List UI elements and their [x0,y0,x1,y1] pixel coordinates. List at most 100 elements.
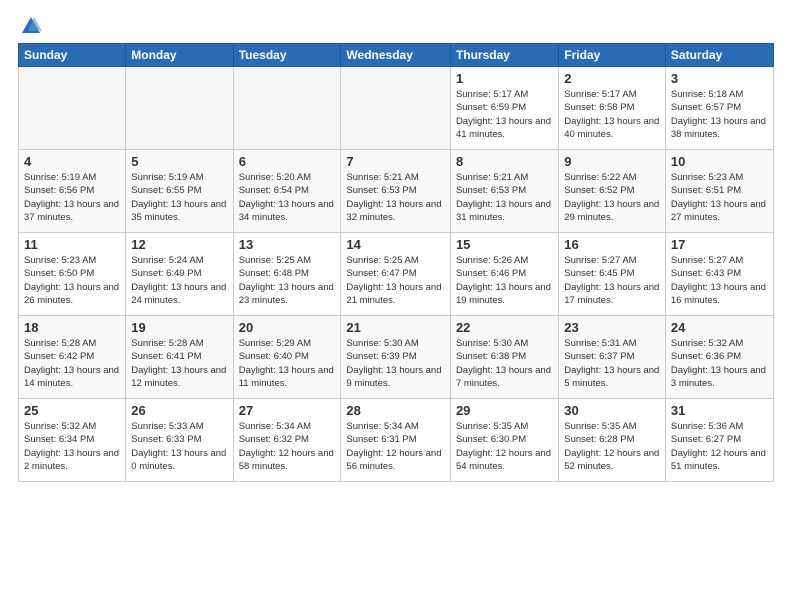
day-info: Sunrise: 5:29 AM Sunset: 6:40 PM Dayligh… [239,337,336,390]
weekday-header: Sunday [19,44,126,67]
day-number: 7 [346,154,445,169]
calendar-day-cell: 6 Sunrise: 5:20 AM Sunset: 6:54 PM Daylig… [233,150,341,233]
day-number: 18 [24,320,120,335]
calendar-day-cell: 26 Sunrise: 5:33 AM Sunset: 6:33 PM Dayli… [126,399,233,482]
day-info: Sunrise: 5:33 AM Sunset: 6:33 PM Dayligh… [131,420,227,473]
day-number: 20 [239,320,336,335]
day-info: Sunrise: 5:28 AM Sunset: 6:41 PM Dayligh… [131,337,227,390]
calendar-day-cell [233,67,341,150]
day-info: Sunrise: 5:23 AM Sunset: 6:51 PM Dayligh… [671,171,768,224]
day-number: 22 [456,320,553,335]
calendar-day-cell: 3Sunrise: 5:18 AM Sunset: 6:57 PM Daylig… [665,67,773,150]
day-number: 15 [456,237,553,252]
calendar-day-cell: 4 Sunrise: 5:19 AM Sunset: 6:56 PM Daylig… [19,150,126,233]
logo [18,15,42,33]
calendar-day-cell: 23Sunrise: 5:31 AM Sunset: 6:37 PM Dayli… [559,316,666,399]
day-number: 17 [671,237,768,252]
day-info: Sunrise: 5:17 AM Sunset: 6:58 PM Dayligh… [564,88,660,141]
day-info: Sunrise: 5:31 AM Sunset: 6:37 PM Dayligh… [564,337,660,390]
weekday-header: Saturday [665,44,773,67]
calendar-day-cell: 29 Sunrise: 5:35 AM Sunset: 6:30 PM Dayli… [450,399,558,482]
day-info: Sunrise: 5:30 AM Sunset: 6:39 PM Dayligh… [346,337,445,390]
calendar-day-cell: 30 Sunrise: 5:35 AM Sunset: 6:28 PM Dayli… [559,399,666,482]
day-number: 28 [346,403,445,418]
header [18,15,774,33]
day-number: 2 [564,71,660,86]
calendar-day-cell: 21 Sunrise: 5:30 AM Sunset: 6:39 PM Dayli… [341,316,451,399]
day-number: 12 [131,237,227,252]
calendar-day-cell: 12 Sunrise: 5:24 AM Sunset: 6:49 PM Dayli… [126,233,233,316]
day-number: 3 [671,71,768,86]
day-info: Sunrise: 5:20 AM Sunset: 6:54 PM Dayligh… [239,171,336,224]
day-info: Sunrise: 5:36 AM Sunset: 6:27 PM Dayligh… [671,420,768,473]
day-number: 19 [131,320,227,335]
calendar-day-cell: 31Sunrise: 5:36 AM Sunset: 6:27 PM Dayli… [665,399,773,482]
day-number: 27 [239,403,336,418]
day-info: Sunrise: 5:24 AM Sunset: 6:49 PM Dayligh… [131,254,227,307]
calendar-day-cell: 22Sunrise: 5:30 AM Sunset: 6:38 PM Dayli… [450,316,558,399]
day-number: 11 [24,237,120,252]
calendar-day-cell: 28 Sunrise: 5:34 AM Sunset: 6:31 PM Dayli… [341,399,451,482]
day-number: 25 [24,403,120,418]
day-info: Sunrise: 5:25 AM Sunset: 6:48 PM Dayligh… [239,254,336,307]
day-info: Sunrise: 5:19 AM Sunset: 6:55 PM Dayligh… [131,171,227,224]
calendar-day-cell [341,67,451,150]
calendar-day-cell: 27 Sunrise: 5:34 AM Sunset: 6:32 PM Dayli… [233,399,341,482]
calendar-table: SundayMondayTuesdayWednesdayThursdayFrid… [18,43,774,482]
day-info: Sunrise: 5:34 AM Sunset: 6:32 PM Dayligh… [239,420,336,473]
day-number: 10 [671,154,768,169]
day-info: Sunrise: 5:17 AM Sunset: 6:59 PM Dayligh… [456,88,553,141]
day-number: 16 [564,237,660,252]
day-number: 9 [564,154,660,169]
day-number: 5 [131,154,227,169]
calendar-week-row: 4 Sunrise: 5:19 AM Sunset: 6:56 PM Daylig… [19,150,774,233]
day-number: 4 [24,154,120,169]
calendar-day-cell: 19 Sunrise: 5:28 AM Sunset: 6:41 PM Dayli… [126,316,233,399]
day-number: 26 [131,403,227,418]
calendar-day-cell: 20 Sunrise: 5:29 AM Sunset: 6:40 PM Dayli… [233,316,341,399]
day-number: 1 [456,71,553,86]
weekday-header: Wednesday [341,44,451,67]
day-info: Sunrise: 5:27 AM Sunset: 6:45 PM Dayligh… [564,254,660,307]
day-info: Sunrise: 5:23 AM Sunset: 6:50 PM Dayligh… [24,254,120,307]
calendar-day-cell: 24 Sunrise: 5:32 AM Sunset: 6:36 PM Dayli… [665,316,773,399]
calendar-day-cell: 9 Sunrise: 5:22 AM Sunset: 6:52 PM Daylig… [559,150,666,233]
day-info: Sunrise: 5:19 AM Sunset: 6:56 PM Dayligh… [24,171,120,224]
calendar-week-row: 25Sunrise: 5:32 AM Sunset: 6:34 PM Dayli… [19,399,774,482]
day-number: 24 [671,320,768,335]
day-number: 29 [456,403,553,418]
calendar-day-cell: 8 Sunrise: 5:21 AM Sunset: 6:53 PM Daylig… [450,150,558,233]
calendar-day-cell [19,67,126,150]
weekday-header: Monday [126,44,233,67]
calendar-week-row: 18 Sunrise: 5:28 AM Sunset: 6:42 PM Dayli… [19,316,774,399]
day-info: Sunrise: 5:28 AM Sunset: 6:42 PM Dayligh… [24,337,120,390]
calendar-day-cell: 2 Sunrise: 5:17 AM Sunset: 6:58 PM Daylig… [559,67,666,150]
day-number: 21 [346,320,445,335]
calendar-day-cell: 16 Sunrise: 5:27 AM Sunset: 6:45 PM Dayli… [559,233,666,316]
day-info: Sunrise: 5:22 AM Sunset: 6:52 PM Dayligh… [564,171,660,224]
day-info: Sunrise: 5:35 AM Sunset: 6:28 PM Dayligh… [564,420,660,473]
weekday-header: Friday [559,44,666,67]
calendar-day-cell: 7Sunrise: 5:21 AM Sunset: 6:53 PM Daylig… [341,150,451,233]
day-info: Sunrise: 5:25 AM Sunset: 6:47 PM Dayligh… [346,254,445,307]
day-info: Sunrise: 5:32 AM Sunset: 6:36 PM Dayligh… [671,337,768,390]
day-info: Sunrise: 5:34 AM Sunset: 6:31 PM Dayligh… [346,420,445,473]
day-number: 6 [239,154,336,169]
calendar-day-cell: 13Sunrise: 5:25 AM Sunset: 6:48 PM Dayli… [233,233,341,316]
calendar-day-cell: 11 Sunrise: 5:23 AM Sunset: 6:50 PM Dayli… [19,233,126,316]
day-info: Sunrise: 5:26 AM Sunset: 6:46 PM Dayligh… [456,254,553,307]
day-info: Sunrise: 5:21 AM Sunset: 6:53 PM Dayligh… [456,171,553,224]
calendar-day-cell: 18 Sunrise: 5:28 AM Sunset: 6:42 PM Dayli… [19,316,126,399]
calendar-day-cell: 15 Sunrise: 5:26 AM Sunset: 6:46 PM Dayli… [450,233,558,316]
weekday-header: Tuesday [233,44,341,67]
calendar-week-row: 1 Sunrise: 5:17 AM Sunset: 6:59 PM Daylig… [19,67,774,150]
calendar-day-cell [126,67,233,150]
calendar-day-cell: 17Sunrise: 5:27 AM Sunset: 6:43 PM Dayli… [665,233,773,316]
calendar-day-cell: 25Sunrise: 5:32 AM Sunset: 6:34 PM Dayli… [19,399,126,482]
calendar-day-cell: 14 Sunrise: 5:25 AM Sunset: 6:47 PM Dayli… [341,233,451,316]
day-number: 8 [456,154,553,169]
day-number: 30 [564,403,660,418]
logo-icon [20,15,42,37]
day-info: Sunrise: 5:35 AM Sunset: 6:30 PM Dayligh… [456,420,553,473]
day-number: 14 [346,237,445,252]
